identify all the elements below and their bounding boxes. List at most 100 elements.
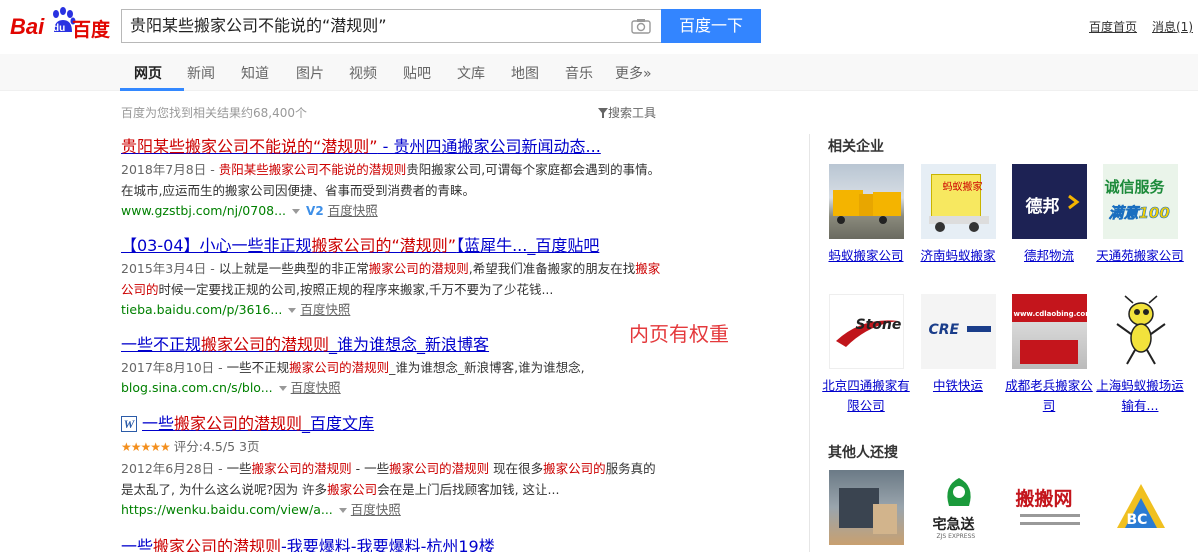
company-image-text: Stone bbox=[855, 317, 902, 333]
company-card[interactable]: 蚂蚁搬家公司 bbox=[821, 164, 911, 266]
other-search-image[interactable] bbox=[828, 470, 904, 545]
company-image[interactable]: 蚂蚁搬家 bbox=[920, 164, 996, 239]
search-tools[interactable]: 搜索工具 bbox=[598, 104, 656, 121]
dropdown-arrow-icon[interactable] bbox=[292, 209, 301, 214]
abstract-highlight: 搬家公司的潜规则 bbox=[289, 360, 390, 375]
other-search-card[interactable]: 搬搬网 bbox=[1004, 470, 1094, 545]
result-url-line: tieba.baidu.com/p/3616... 百度快照 bbox=[121, 300, 661, 320]
result-item: 贵阳某些搬家公司不能说的“潜规则” - 贵州四通搬家公司新闻动态... 2018… bbox=[121, 136, 661, 221]
result-url[interactable]: blog.sina.com.cn/s/blo... bbox=[121, 380, 273, 395]
other-search-image-text: BC bbox=[1126, 512, 1148, 528]
v2-badge-icon[interactable]: V2 bbox=[306, 204, 324, 218]
bc-logo-icon bbox=[1116, 484, 1165, 528]
snapshot-link[interactable]: 百度快照 bbox=[351, 502, 401, 517]
logo-bai: Bai bbox=[10, 14, 45, 39]
home-link[interactable]: 百度首页 bbox=[1089, 18, 1137, 35]
result-item: W 一些搬家公司的潜规则_百度文库 ★★★★★ 评分:4.5/5 3页 2012年… bbox=[121, 413, 661, 520]
company-card[interactable]: CRE 中铁快运 bbox=[913, 294, 1003, 396]
tab-news[interactable]: 新闻 bbox=[187, 63, 215, 83]
company-image-text: www.cdlaobing.com bbox=[1013, 310, 1087, 318]
company-card[interactable]: 蚂蚁搬家 济南蚂蚁搬家 bbox=[913, 164, 1003, 266]
company-name[interactable]: 济南蚂蚁搬家 bbox=[913, 246, 1003, 266]
company-image[interactable]: 德邦 bbox=[1011, 164, 1087, 239]
result-count: 百度为您找到相关结果约68,400个 bbox=[121, 106, 307, 120]
tab-tieba[interactable]: 贴吧 bbox=[403, 63, 431, 83]
company-image[interactable] bbox=[828, 164, 904, 239]
snapshot-link[interactable]: 百度快照 bbox=[328, 203, 378, 218]
company-card[interactable]: www.cdlaobing.com 成都老兵搬家公司 bbox=[1004, 294, 1094, 416]
tab-video[interactable]: 视频 bbox=[349, 63, 377, 83]
result-title-highlight: 搬家公司的潜规则 bbox=[153, 537, 282, 552]
company-card[interactable]: 德邦 德邦物流 bbox=[1004, 164, 1094, 266]
result-abstract: 2015年3月4日 - 以上就是一些典型的非正常搬家公司的潜规则,希望我们准备搬… bbox=[121, 258, 661, 300]
result-item: 【03-04】小心一些非正规搬家公司的“潜规则”【蓝犀牛..._百度贴吧 201… bbox=[121, 235, 661, 320]
tab-web[interactable]: 网页 bbox=[134, 63, 162, 83]
result-title[interactable]: 贵阳某些搬家公司不能说的“潜规则” - 贵州四通搬家公司新闻动态... bbox=[121, 136, 661, 158]
company-image-text: 诚信服务 bbox=[1104, 178, 1165, 196]
abstract-text: 现在很多 bbox=[489, 461, 544, 476]
other-search-image[interactable]: BC bbox=[1102, 470, 1178, 545]
zjs-logo-icon bbox=[946, 478, 971, 506]
ant-mascot-icon bbox=[1115, 295, 1166, 365]
result-title[interactable]: 一些搬家公司的潜规则-我要爆料-我要爆料-杭州19楼 bbox=[121, 536, 661, 552]
other-search-image[interactable]: 搬搬网 bbox=[1011, 470, 1087, 545]
abstract-text: - 一些 bbox=[351, 461, 390, 476]
company-name[interactable]: 中铁快运 bbox=[913, 376, 1003, 396]
camera-icon[interactable] bbox=[631, 18, 651, 34]
company-name[interactable]: 上海蚂蚁搬场运输有... bbox=[1095, 376, 1185, 416]
search-button[interactable]: 百度一下 bbox=[661, 9, 761, 43]
company-name[interactable]: 德邦物流 bbox=[1004, 246, 1094, 266]
result-title[interactable]: 【03-04】小心一些非正规搬家公司的“潜规则”【蓝犀牛..._百度贴吧 bbox=[121, 235, 661, 257]
tab-more[interactable]: 更多» bbox=[615, 63, 652, 83]
company-image[interactable]: CRE bbox=[920, 294, 996, 369]
company-name[interactable]: 蚂蚁搬家公司 bbox=[821, 246, 911, 266]
abstract-text: ,希望我们准备搬家的朋友在找 bbox=[468, 261, 636, 276]
tab-map[interactable]: 地图 bbox=[511, 63, 539, 83]
company-image[interactable]: 诚信服务 满意100 bbox=[1102, 164, 1178, 239]
company-image[interactable] bbox=[1102, 294, 1178, 369]
column-divider bbox=[809, 134, 810, 552]
snapshot-link[interactable]: 百度快照 bbox=[300, 302, 350, 317]
dropdown-arrow-icon[interactable] bbox=[338, 508, 347, 513]
company-name[interactable]: 成都老兵搬家公司 bbox=[1004, 376, 1094, 416]
dropdown-arrow-icon[interactable] bbox=[278, 386, 287, 391]
abstract-highlight: 搬家公司的潜规则 bbox=[389, 461, 490, 476]
other-search-image[interactable]: 宅急送 ZJS EXPRESS bbox=[920, 470, 996, 545]
result-date: 2017年8月10日 - bbox=[121, 360, 227, 375]
result-title-highlight: 搬家公司的“潜规则” bbox=[311, 236, 457, 255]
tab-music[interactable]: 音乐 bbox=[565, 63, 593, 83]
company-image[interactable]: Stone bbox=[828, 294, 904, 369]
tab-zhidao[interactable]: 知道 bbox=[241, 63, 269, 83]
company-name[interactable]: 天通苑搬家公司 bbox=[1095, 246, 1185, 266]
company-image[interactable]: www.cdlaobing.com bbox=[1011, 294, 1087, 369]
company-name[interactable]: 北京四通搬家有限公司 bbox=[821, 376, 911, 416]
result-title-text: - 贵州四通搬家公司新闻动态... bbox=[377, 137, 601, 156]
abstract-text: 时候一定要找正规的公司,按照正规的程序来搬家,千万不要为了少花钱... bbox=[158, 282, 554, 297]
snapshot-link[interactable]: 百度快照 bbox=[291, 380, 341, 395]
result-title-highlight: 贵阳某些搬家公司不能说的“潜规则” bbox=[121, 137, 378, 156]
result-url-line: https://wenku.baidu.com/view/a... 百度快照 bbox=[121, 500, 661, 520]
result-url[interactable]: https://wenku.baidu.com/view/a... bbox=[121, 502, 333, 517]
company-card[interactable]: Stone 北京四通搬家有限公司 bbox=[821, 294, 911, 416]
tab-wenku[interactable]: 文库 bbox=[457, 63, 485, 83]
baidu-logo[interactable]: Bai du 百度 bbox=[10, 6, 114, 46]
company-card[interactable]: 诚信服务 满意100 天通苑搬家公司 bbox=[1095, 164, 1185, 266]
result-url-line: blog.sina.com.cn/s/blo... 百度快照 bbox=[121, 378, 661, 398]
abstract-highlight: 搬家公司的 bbox=[543, 461, 606, 476]
result-title[interactable]: 一些不正规搬家公司的潜规则_谁为谁想念_新浪博客 bbox=[121, 334, 661, 356]
result-title-text: 【03-04】小心一些非正规 bbox=[121, 236, 312, 255]
result-abstract: 2017年8月10日 - 一些不正规搬家公司的潜规则_谁为谁想念_新浪博客,谁为… bbox=[121, 357, 661, 378]
result-url[interactable]: tieba.baidu.com/p/3616... bbox=[121, 302, 282, 317]
search-input[interactable] bbox=[130, 10, 620, 42]
other-search-card[interactable]: BC bbox=[1095, 470, 1185, 545]
result-url[interactable]: www.gzstbj.com/nj/0708... bbox=[121, 203, 286, 218]
tab-images[interactable]: 图片 bbox=[296, 63, 324, 83]
company-card[interactable]: 上海蚂蚁搬场运输有... bbox=[1095, 294, 1185, 416]
messages-link[interactable]: 消息(1) bbox=[1152, 18, 1193, 35]
other-search-card[interactable]: 宅急送 ZJS EXPRESS bbox=[913, 470, 1003, 545]
header: Bai du 百度 百度一下 百度首页 消息(1) bbox=[0, 0, 1198, 54]
active-tab-indicator bbox=[120, 88, 184, 91]
dropdown-arrow-icon[interactable] bbox=[288, 308, 297, 313]
other-search-card[interactable] bbox=[821, 470, 911, 545]
result-title[interactable]: W 一些搬家公司的潜规则_百度文库 bbox=[121, 413, 661, 435]
